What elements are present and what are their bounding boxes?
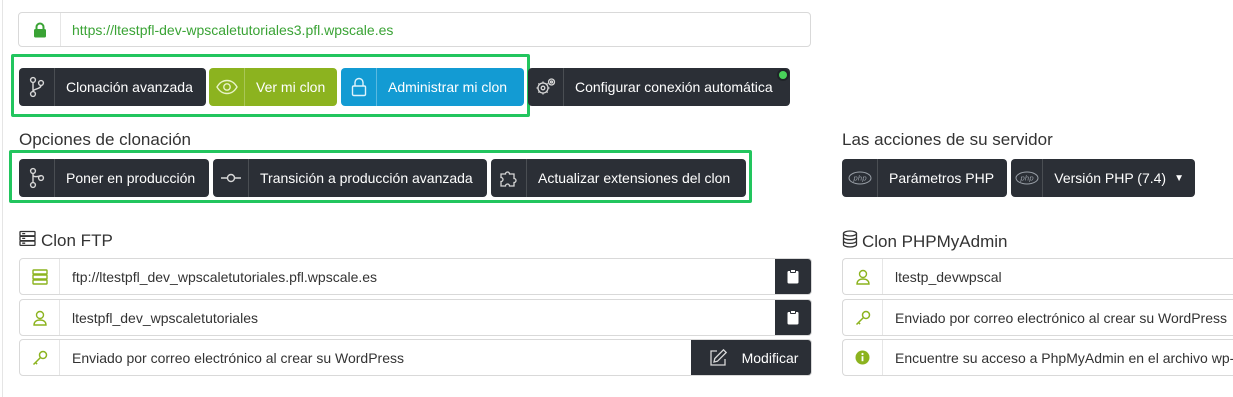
user-icon	[20, 300, 60, 335]
php-version-label: Versión PHP (7.4)	[1054, 170, 1167, 186]
clone-url-bar[interactable]: https://ltestpfl-dev-wpscaletutoriales3.…	[18, 12, 811, 47]
gears-icon	[528, 68, 564, 106]
left-border	[2, 0, 3, 397]
eye-icon	[209, 68, 245, 106]
status-dot	[779, 71, 787, 79]
auto-connection-label: Configurar conexión automática	[575, 79, 773, 95]
svg-text:php: php	[852, 175, 867, 183]
php-version-dropdown[interactable]: php Versión PHP (7.4) ▼	[1011, 159, 1195, 197]
svg-text:php: php	[1019, 175, 1034, 183]
view-clone-label: Ver mi clon	[256, 79, 326, 95]
info-icon	[843, 340, 883, 375]
puzzle-icon	[491, 159, 527, 197]
advanced-transition-label: Transición a producción avanzada	[260, 170, 473, 186]
clone-url[interactable]: https://ltestpfl-dev-wpscaletutoriales3.…	[61, 22, 393, 38]
manage-clone-button[interactable]: Administrar mi clon	[341, 68, 524, 106]
phpmyadmin-user-row: ltestp_devwpscal	[842, 258, 1233, 295]
modify-password-button[interactable]: Modificar	[691, 340, 811, 375]
ftp-user-value[interactable]: ltestpfl_dev_wpscaletutoriales	[60, 300, 775, 335]
php-params-label: Parámetros PHP	[889, 170, 995, 186]
clipboard-icon[interactable]	[775, 259, 811, 294]
view-clone-button[interactable]: Ver mi clon	[209, 68, 337, 106]
commit-icon	[213, 159, 249, 197]
clipboard-icon[interactable]	[775, 300, 811, 335]
phpmyadmin-title: Clon PHPMyAdmin	[842, 230, 1008, 253]
ftp-password-row: Enviado por correo electrónico al crear …	[19, 339, 812, 376]
modify-label: Modificar	[741, 349, 799, 366]
manage-clone-label: Administrar mi clon	[388, 79, 508, 95]
auto-connection-button[interactable]: Configurar conexión automática	[528, 68, 790, 106]
key-icon	[20, 340, 60, 375]
advanced-clone-label: Clonación avanzada	[66, 79, 193, 95]
to-production-button[interactable]: Poner en producción	[19, 159, 209, 197]
phpmyadmin-title-text: Clon PHPMyAdmin	[862, 231, 1008, 251]
key-icon	[843, 300, 883, 335]
ftp-title: Clon FTP	[19, 230, 113, 252]
server-icon	[20, 259, 60, 294]
ftp-host-row: ftp://ltestpfl_dev_wpscaletutoriales.pfl…	[19, 258, 812, 295]
update-extensions-label: Actualizar extensiones del clon	[538, 170, 731, 186]
update-extensions-button[interactable]: Actualizar extensiones del clon	[491, 159, 746, 197]
lock-icon	[19, 13, 61, 46]
server-actions-title: Las acciones de su servidor	[842, 130, 1053, 149]
ftp-password-value: Enviado por correo electrónico al crear …	[72, 349, 405, 366]
php-params-button[interactable]: php Parámetros PHP	[842, 159, 1007, 197]
php-icon: php	[842, 159, 878, 197]
database-icon	[842, 230, 858, 253]
ftp-host-value[interactable]: ftp://ltestpfl_dev_wpscaletutoriales.pfl…	[60, 259, 775, 294]
ftp-user-row: ltestpfl_dev_wpscaletutoriales	[19, 299, 812, 336]
branch-icon	[19, 68, 55, 106]
phpmyadmin-info-value: Encuentre su acceso a PhpMyAdmin en el a…	[895, 349, 1233, 366]
server-icon	[19, 230, 36, 252]
phpmyadmin-user-value[interactable]: ltestp_devwpscal	[883, 259, 1233, 294]
edit-icon	[704, 348, 732, 368]
phpmyadmin-info-row: Encuentre su acceso a PhpMyAdmin en el a…	[842, 339, 1233, 376]
branch-icon	[19, 159, 55, 197]
lock-open-icon	[341, 68, 377, 106]
phpmyadmin-password-row: Enviado por correo electrónico al crear …	[842, 299, 1233, 336]
advanced-transition-button[interactable]: Transición a producción avanzada	[213, 159, 487, 197]
php-icon: php	[1011, 159, 1044, 197]
phpmyadmin-password-value: Enviado por correo electrónico al crear …	[895, 309, 1228, 326]
clone-options-title: Opciones de clonación	[19, 130, 192, 149]
caret-down-icon: ▼	[1174, 172, 1184, 184]
to-production-label: Poner en producción	[66, 170, 196, 186]
advanced-clone-button[interactable]: Clonación avanzada	[19, 68, 206, 106]
user-icon	[843, 259, 883, 294]
ftp-title-text: Clon FTP	[41, 231, 113, 250]
